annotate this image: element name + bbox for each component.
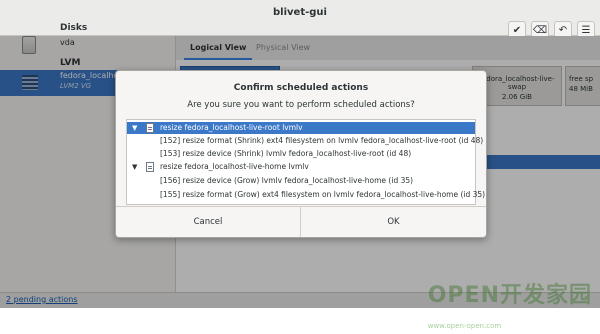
hamburger-menu-icon: ☰ (581, 24, 591, 36)
action-row[interactable]: [155] resize format (Grow) ext4 filesyst… (127, 189, 485, 201)
cancel-button[interactable]: Cancel (116, 207, 301, 237)
window-title: blivet-gui (273, 7, 327, 18)
header-bar: blivet-gui ✔ ⌫ ↶ ☰ (0, 0, 600, 39)
expander-down-icon[interactable]: ▼ (132, 122, 137, 134)
action-row[interactable]: [156] resize device (Grow) lvmlv fedora_… (127, 175, 475, 187)
action-label: [153] resize device (Shrink) lvmlv fedor… (160, 149, 412, 158)
actions-tree: ▼ resize fedora_localhost-live-root lvml… (126, 119, 485, 205)
confirm-dialog: Confirm scheduled actions Are you sure y… (115, 70, 487, 238)
expander-down-icon[interactable]: ▼ (132, 161, 137, 173)
action-group-row[interactable]: ▼ resize fedora_localhost-live-home lvml… (127, 161, 475, 173)
ok-button[interactable]: OK (301, 207, 486, 237)
eraser-icon: ⌫ (532, 24, 548, 36)
checkmark-icon: ✔ (512, 24, 522, 36)
action-label: [152] resize format (Shrink) ext4 filesy… (160, 136, 484, 145)
action-label: [156] resize device (Grow) lvmlv fedora_… (160, 176, 414, 185)
document-icon (146, 123, 154, 133)
action-group-label: resize fedora_localhost-live-home lvmlv (160, 162, 309, 171)
action-group-label: resize fedora_localhost-live-root lvmlv (160, 123, 303, 132)
action-label: [155] resize format (Grow) ext4 filesyst… (160, 190, 486, 199)
document-icon (146, 162, 154, 172)
action-group-row[interactable]: ▼ resize fedora_localhost-live-root lvml… (127, 122, 475, 134)
action-row[interactable]: [152] resize format (Shrink) ext4 filesy… (127, 135, 483, 147)
undo-icon: ↶ (558, 24, 568, 36)
action-row[interactable]: [153] resize device (Shrink) lvmlv fedor… (127, 148, 475, 160)
dialog-title: Confirm scheduled actions (233, 83, 369, 93)
dialog-question: Are you sure you want to perform schedul… (187, 100, 415, 110)
disks-header: Disks (60, 23, 88, 33)
dialog-button-bar: Cancel OK (116, 206, 486, 237)
